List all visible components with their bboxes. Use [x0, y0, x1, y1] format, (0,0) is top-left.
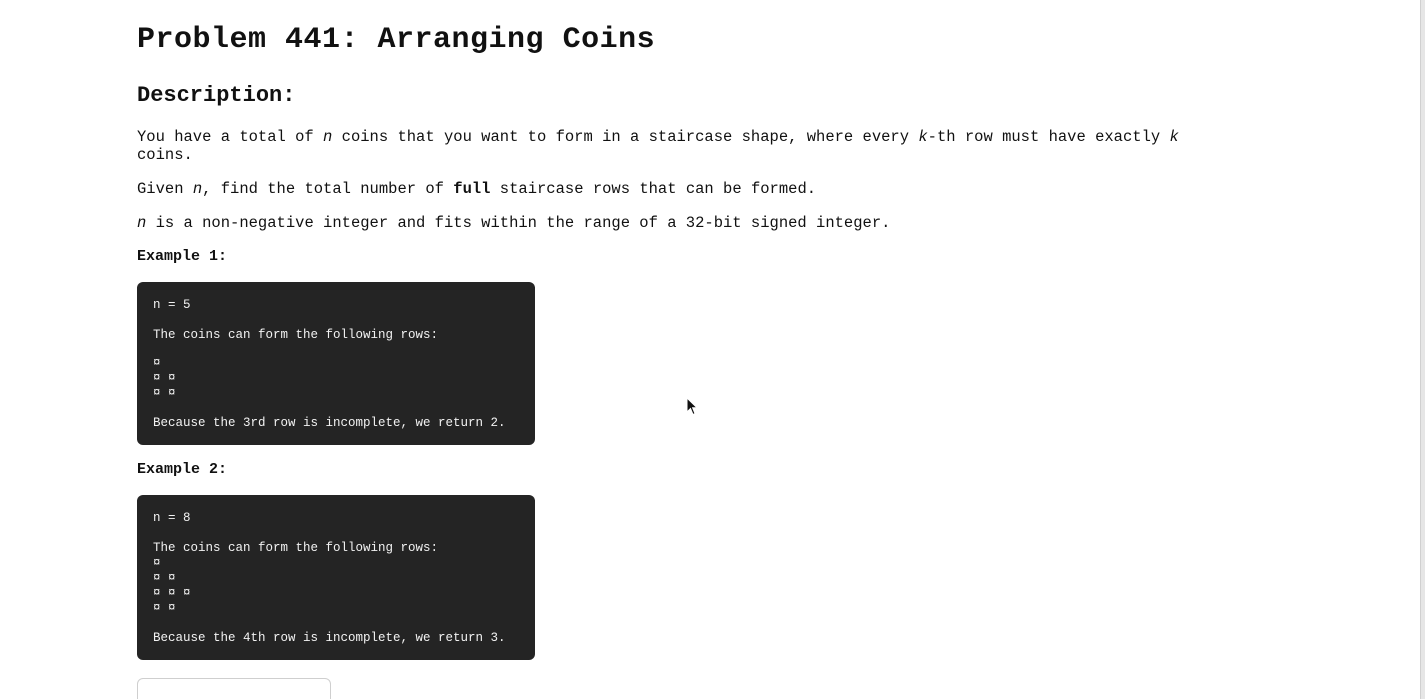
- page-scrollbar[interactable]: [1420, 0, 1425, 699]
- example-2-row-2: ¤ ¤: [153, 571, 176, 585]
- var-k: k: [918, 128, 928, 146]
- problem-content: Problem 441: Arranging Coins Description…: [137, 0, 1237, 660]
- var-k: k: [1169, 128, 1179, 146]
- example-2-intro: The coins can form the following rows:: [153, 541, 439, 555]
- page: Problem 441: Arranging Coins Description…: [0, 0, 1425, 699]
- description-paragraph-3: n is a non-negative integer and fits wit…: [137, 214, 1237, 232]
- example-2-row-1: ¤: [153, 556, 161, 570]
- text-fragment: , find the total number of: [202, 180, 454, 198]
- text-fragment: Given: [137, 180, 193, 198]
- example-2-input: n = 8: [153, 511, 191, 525]
- example-2-label: Example 2:: [137, 461, 228, 478]
- example-1-result: Because the 3rd row is incomplete, we re…: [153, 416, 506, 430]
- text-fragment: coins.: [137, 146, 193, 164]
- description-paragraph-2: Given n, find the total number of full s…: [137, 180, 1237, 198]
- mouse-cursor-icon: [686, 397, 698, 416]
- example-2-row-3: ¤ ¤ ¤: [153, 586, 191, 600]
- code-editor-box[interactable]: [137, 678, 331, 699]
- text-fragment: coins that you want to form in a stairca…: [332, 128, 919, 146]
- text-fragment: staircase rows that can be formed.: [490, 180, 817, 198]
- text-fragment: is a non-negative integer and fits withi…: [146, 214, 891, 232]
- page-title: Problem 441: Arranging Coins: [137, 23, 656, 57]
- var-n: n: [137, 214, 147, 232]
- example-1-label: Example 1:: [137, 248, 228, 265]
- description-heading: Description:: [137, 83, 296, 108]
- var-n: n: [323, 128, 333, 146]
- bold-word-full: full: [453, 180, 491, 198]
- description-paragraph-1: You have a total of n coins that you wan…: [137, 128, 1237, 164]
- example-2-code-block[interactable]: n = 8 The coins can form the following r…: [137, 495, 535, 660]
- text-fragment: You have a total of: [137, 128, 324, 146]
- example-1-intro: The coins can form the following rows:: [153, 328, 439, 342]
- example-1-code-block[interactable]: n = 5 The coins can form the following r…: [137, 282, 535, 445]
- text-fragment: -th row must have exactly: [927, 128, 1170, 146]
- example-1-row-1: ¤: [153, 356, 161, 370]
- example-1-input: n = 5: [153, 298, 191, 312]
- example-2-row-4: ¤ ¤: [153, 601, 176, 615]
- var-n: n: [192, 180, 203, 198]
- example-2-result: Because the 4th row is incomplete, we re…: [153, 631, 506, 645]
- example-1-row-3: ¤ ¤: [153, 386, 176, 400]
- example-1-row-2: ¤ ¤: [153, 371, 176, 385]
